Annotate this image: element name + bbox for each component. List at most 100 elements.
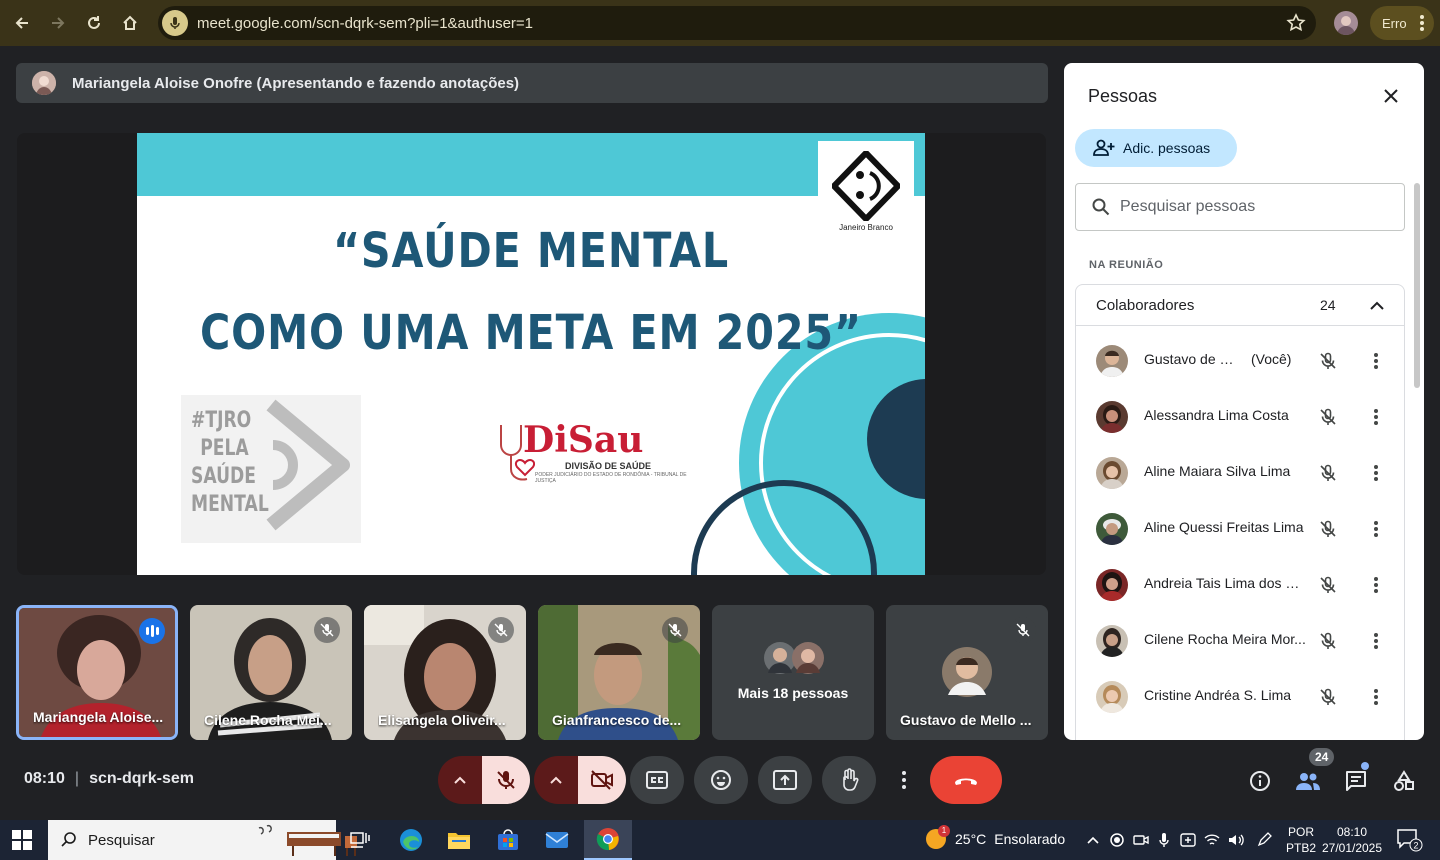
search-icon <box>61 832 76 847</box>
meet-now-icon[interactable] <box>1178 830 1198 850</box>
chat-icon <box>1346 771 1366 791</box>
taskbar-clock[interactable]: 08:10 27/01/2025 <box>1320 824 1384 856</box>
participant-tile[interactable]: Cilene Rocha Mei... <box>190 605 352 740</box>
bookmark-star-icon[interactable] <box>1286 13 1306 33</box>
participant-row[interactable]: Alessandra Lima Costa <box>1076 389 1404 445</box>
search-people-input[interactable] <box>1120 198 1390 216</box>
muted-mic-icon[interactable] <box>1316 573 1340 597</box>
mic-permission-icon[interactable] <box>162 10 188 36</box>
file-explorer-app[interactable] <box>435 820 483 860</box>
panel-scrollbar[interactable] <box>1414 183 1420 388</box>
hang-up-icon <box>955 778 977 785</box>
mic-toggle-button[interactable] <box>482 756 530 804</box>
browser-menu-icon[interactable] <box>1420 15 1424 31</box>
address-bar[interactable]: meet.google.com/scn-dqrk-sem?pli=1&authu… <box>158 6 1316 40</box>
participant-tile-presenter[interactable]: Mariangela Aloise... <box>16 605 178 740</box>
volume-icon[interactable] <box>1226 830 1246 850</box>
more-vert-icon[interactable] <box>1366 405 1386 429</box>
forward-icon[interactable] <box>40 5 76 41</box>
clock-time: 08:10 <box>1336 825 1368 839</box>
participant-avatar <box>1096 457 1128 489</box>
record-icon[interactable] <box>1107 830 1127 850</box>
participant-row[interactable]: Andreia Tais Lima dos S... <box>1076 557 1404 613</box>
disau-wordmark: DiSau <box>523 419 644 461</box>
camera-toggle-button[interactable] <box>578 756 626 804</box>
back-icon[interactable] <box>4 5 40 41</box>
tjro-logo-text: #TJRO PELA SAÚDE MENTAL <box>191 408 269 517</box>
collaborators-header[interactable]: Colaboradores 24 <box>1076 285 1404 326</box>
participant-name: Cristine Andréa S. Lima <box>1144 687 1292 703</box>
profile-error-button[interactable]: Erro <box>1370 6 1434 40</box>
participant-row[interactable]: Cilene Rocha Meira Mor... <box>1076 613 1404 669</box>
participant-row[interactable]: Aline Maiara Silva Lima <box>1076 445 1404 501</box>
input-language[interactable]: POR PTB2 <box>1286 824 1316 856</box>
participant-row[interactable]: Gustavo de Mell... (Você) <box>1076 333 1404 389</box>
more-vert-icon[interactable] <box>1366 685 1386 709</box>
mail-app[interactable] <box>533 820 581 860</box>
chevron-up-icon[interactable] <box>1366 294 1388 316</box>
edge-app[interactable] <box>387 820 435 860</box>
more-vert-icon[interactable] <box>1366 573 1386 597</box>
store-icon <box>498 829 518 850</box>
participant-avatar <box>1096 401 1128 433</box>
meeting-time: 08:10 <box>24 770 65 787</box>
people-button[interactable] <box>1292 765 1324 797</box>
microphone-tray-icon[interactable] <box>1154 830 1174 850</box>
more-vert-icon[interactable] <box>1366 349 1386 373</box>
participant-row[interactable]: Cristine Andréa S. Lima <box>1076 669 1404 725</box>
presenter-banner: Mariangela Aloise Onofre (Apresentando e… <box>16 63 1048 103</box>
chat-button[interactable] <box>1340 765 1372 797</box>
muted-mic-icon[interactable] <box>1316 517 1340 541</box>
taskbar-search-box[interactable]: Pesquisar <box>48 820 357 860</box>
notification-count: 2 <box>1413 841 1418 851</box>
muted-mic-icon[interactable] <box>1316 405 1340 429</box>
participant-tile-self[interactable]: Gustavo de Mello ... <box>886 605 1048 740</box>
store-app[interactable] <box>484 820 532 860</box>
mic-control <box>438 756 530 804</box>
present-screen-button[interactable] <box>758 756 812 804</box>
more-people-avatars <box>764 642 824 674</box>
participant-name: Aline Maiara Silva Lima <box>1144 463 1291 479</box>
participant-tile[interactable]: Elisangela Oliveir... <box>364 605 526 740</box>
muted-mic-icon[interactable] <box>1316 629 1340 653</box>
reload-icon[interactable] <box>76 5 112 41</box>
tile-name: Gustavo de Mello ... <box>900 712 1032 728</box>
meeting-details-button[interactable] <box>1244 765 1276 797</box>
muted-mic-icon[interactable] <box>1316 349 1340 373</box>
participant-row[interactable]: Aline Quessi Freitas Lima <box>1076 501 1404 557</box>
wifi-icon[interactable] <box>1202 830 1222 850</box>
task-view-button[interactable] <box>336 820 384 860</box>
captions-button[interactable] <box>630 756 684 804</box>
chevron-up-icon[interactable] <box>1083 830 1103 850</box>
activities-button[interactable] <box>1388 765 1420 797</box>
camera-tray-icon[interactable] <box>1131 830 1151 850</box>
participant-tile[interactable]: Gianfrancesco de... <box>538 605 700 740</box>
muted-mic-icon[interactable] <box>1316 685 1340 709</box>
mic-options-button[interactable] <box>438 756 482 804</box>
folder-icon <box>448 833 470 849</box>
raise-hand-button[interactable] <box>822 756 876 804</box>
search-people-field[interactable] <box>1075 183 1405 231</box>
add-people-button[interactable]: Adic. pessoas <box>1075 129 1237 167</box>
profile-avatar[interactable] <box>1334 11 1358 35</box>
pen-icon[interactable] <box>1254 830 1274 850</box>
home-icon[interactable] <box>112 5 148 41</box>
muted-mic-icon[interactable] <box>1316 461 1340 485</box>
leave-call-button[interactable] <box>930 756 1002 804</box>
reactions-button[interactable] <box>694 756 748 804</box>
weather-widget[interactable]: 1 25°C Ensolarado <box>926 825 1065 849</box>
more-vert-icon[interactable] <box>1366 461 1386 485</box>
more-vert-icon[interactable] <box>1366 629 1386 653</box>
chrome-app[interactable] <box>584 820 632 860</box>
more-people-tile[interactable]: Mais 18 pessoas <box>712 605 874 740</box>
notifications-button[interactable]: 2 <box>1396 828 1424 852</box>
present-screen-icon <box>773 770 797 790</box>
more-options-button[interactable] <box>882 756 926 804</box>
camera-options-button[interactable] <box>534 756 578 804</box>
windows-start-button[interactable] <box>12 830 32 850</box>
participant-avatar <box>1096 569 1128 601</box>
presentation-stage: Janeiro Branco “SAÚDE MENTAL COMO UMA ME… <box>17 133 1046 575</box>
tile-name: Mariangela Aloise... <box>33 709 164 725</box>
close-panel-button[interactable] <box>1378 83 1404 109</box>
more-vert-icon[interactable] <box>1366 517 1386 541</box>
